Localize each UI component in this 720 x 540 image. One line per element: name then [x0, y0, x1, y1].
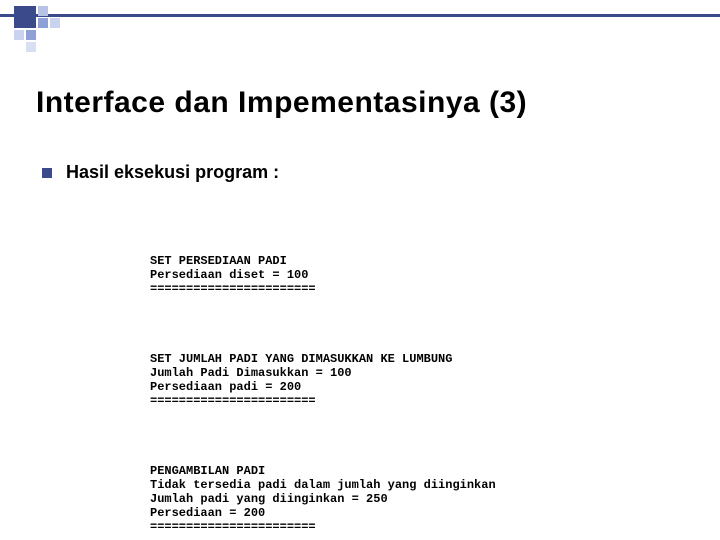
output-line: Persediaan diset = 100	[150, 268, 308, 282]
output-line: Persediaan = 200	[150, 506, 265, 520]
output-line: =======================	[150, 394, 316, 408]
output-line: SET JUMLAH PADI YANG DIMASUKKAN KE LUMBU…	[150, 352, 452, 366]
output-block: SET JUMLAH PADI YANG DIMASUKKAN KE LUMBU…	[150, 338, 496, 408]
subtitle-text: Hasil eksekusi program :	[66, 162, 279, 183]
bullet-square-icon	[42, 168, 52, 178]
output-line: Jumlah Padi Dimasukkan = 100	[150, 366, 352, 380]
program-output: SET PERSEDIAAN PADI Persediaan diset = 1…	[150, 212, 496, 540]
output-block: SET PERSEDIAAN PADI Persediaan diset = 1…	[150, 240, 496, 296]
slide: Interface dan Impementasinya (3) Hasil e…	[0, 0, 720, 540]
output-line: PENGAMBILAN PADI	[150, 464, 265, 478]
output-line: =======================	[150, 282, 316, 296]
deco-square	[14, 6, 36, 28]
deco-square	[26, 42, 36, 52]
slide-title: Interface dan Impementasinya (3)	[36, 86, 527, 120]
output-line: SET PERSEDIAAN PADI	[150, 254, 287, 268]
deco-square	[50, 18, 60, 28]
output-block: PENGAMBILAN PADI Tidak tersedia padi dal…	[150, 450, 496, 534]
output-line: Persediaan padi = 200	[150, 380, 301, 394]
deco-square	[38, 18, 48, 28]
horizontal-rule	[0, 14, 720, 17]
corner-decoration	[0, 0, 720, 70]
deco-square	[14, 30, 24, 40]
subtitle-row: Hasil eksekusi program :	[42, 162, 279, 183]
output-line: Tidak tersedia padi dalam jumlah yang di…	[150, 478, 496, 492]
deco-square	[26, 30, 36, 40]
output-line: =======================	[150, 520, 316, 534]
output-line: Jumlah padi yang diinginkan = 250	[150, 492, 388, 506]
deco-square	[38, 6, 48, 16]
